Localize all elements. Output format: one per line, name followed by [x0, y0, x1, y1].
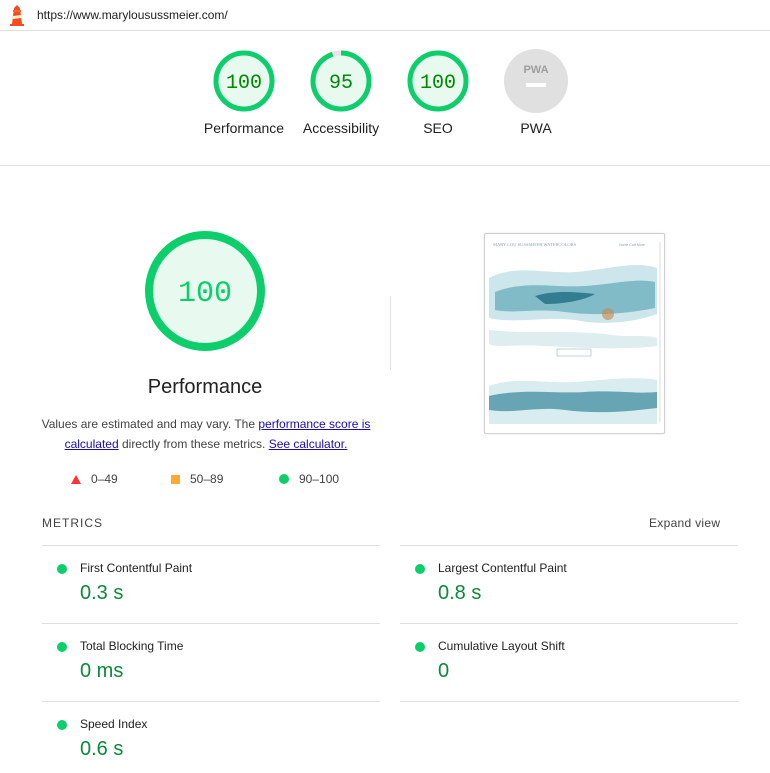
legend-label: 50–89 [190, 472, 224, 486]
calculator-link[interactable]: See calculator. [269, 437, 348, 451]
legend-label: 90–100 [299, 472, 340, 486]
performance-score: 100 [178, 277, 232, 311]
gauge-accessibility[interactable]: 95 Accessibility [291, 49, 391, 136]
triangle-icon [71, 474, 81, 484]
gauge-score: 100 [420, 72, 456, 95]
performance-gauge: 100 [20, 228, 390, 354]
circle-icon [279, 474, 289, 484]
metric-value: 0.3 s [80, 582, 124, 604]
metric-value: 0 [438, 660, 450, 682]
metric-value: 0.6 s [80, 738, 124, 760]
final-screenshot[interactable]: MARY LOU SUSSMEIER WATERCOLORS Home Cart… [484, 233, 665, 434]
metrics-heading: METRICS [42, 516, 103, 530]
gauge-performance[interactable]: 100 Performance [194, 49, 294, 136]
metric-first-contentful-paint: First Contentful Paint 0.3 s [42, 545, 380, 623]
gauge-pwa[interactable]: PWA PWA [486, 49, 586, 136]
metric-speed-index: Speed Index 0.6 s [42, 701, 380, 773]
pass-circle-icon [57, 720, 67, 730]
pwa-badge-icon: PWA [504, 49, 568, 113]
metric-divider [400, 701, 738, 702]
description-text: Values are estimated and may vary. The [41, 417, 259, 431]
gauge-ring: 100 [213, 50, 275, 112]
metric-total-blocking-time: Total Blocking Time 0 ms [42, 623, 380, 701]
metric-label: First Contentful Paint [80, 561, 193, 575]
thumbnail-nav: Home Cart More [619, 243, 645, 247]
metric-value: 0 ms [80, 660, 124, 682]
gauge-label: PWA [520, 120, 552, 136]
gauge-label: Accessibility [302, 120, 380, 136]
metric-label: Total Blocking Time [80, 639, 184, 653]
gauge-score: 100 [226, 72, 262, 95]
gauge-ring: 100 [145, 231, 265, 351]
square-icon [171, 474, 180, 484]
legend-fail: 0–49 [71, 471, 118, 487]
gauge-label: SEO [423, 120, 453, 136]
metric-label: Speed Index [80, 717, 148, 731]
pass-circle-icon [415, 564, 425, 574]
metric-cumulative-layout-shift: Cumulative Layout Shift 0 [400, 623, 738, 701]
pass-circle-icon [57, 564, 67, 574]
report-header: https://www.marylousussmeier.com/ [0, 0, 770, 31]
description-text: directly from these metrics. [118, 437, 269, 451]
expand-view-toggle[interactable]: Expand view [649, 516, 720, 530]
divider [390, 296, 391, 370]
legend-label: 0–49 [91, 472, 118, 486]
pass-circle-icon [415, 642, 425, 652]
legend-pass: 90–100 [279, 471, 339, 487]
performance-description: Values are estimated and may vary. The p… [40, 414, 372, 454]
metric-largest-contentful-paint: Largest Contentful Paint 0.8 s [400, 545, 738, 623]
score-summary: 100 Performance 95 Accessibility 100 SEO… [0, 31, 770, 166]
metric-value: 0.8 s [438, 582, 482, 604]
gauge-score: 95 [329, 72, 353, 95]
website-thumbnail: MARY LOU SUSSMEIER WATERCOLORS Home Cart… [489, 242, 661, 424]
pwa-badge-text: PWA [523, 64, 548, 76]
legend-average: 50–89 [171, 471, 223, 487]
gauge-ring: 95 [310, 50, 372, 112]
thumbnail-site-title: MARY LOU SUSSMEIER WATERCOLORS [493, 242, 577, 247]
gauge-label: Performance [203, 120, 285, 136]
gauge-ring: 100 [407, 50, 469, 112]
performance-title: Performance [147, 376, 263, 398]
metric-label: Cumulative Layout Shift [438, 639, 565, 653]
pass-circle-icon [57, 642, 67, 652]
lighthouse-icon [10, 5, 24, 26]
gauge-seo[interactable]: 100 SEO [388, 49, 488, 136]
metric-label: Largest Contentful Paint [438, 561, 567, 575]
page-url[interactable]: https://www.marylousussmeier.com/ [37, 8, 228, 22]
